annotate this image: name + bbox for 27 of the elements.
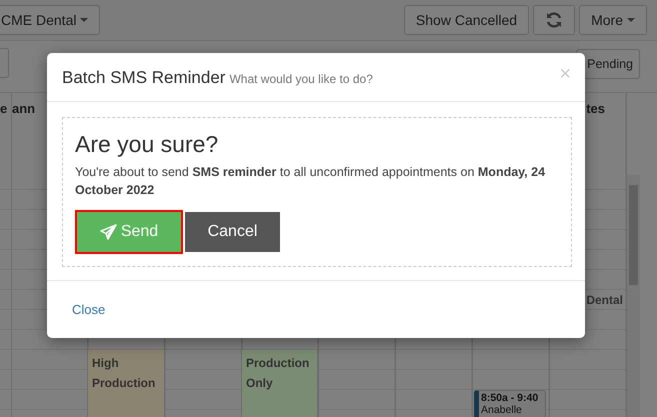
caret-icon	[627, 18, 635, 22]
dialog-subtitle: What would you like to do?	[229, 72, 373, 86]
schedule-block: Production Only	[242, 350, 318, 417]
refresh-button[interactable]	[533, 5, 576, 35]
paper-plane-icon	[100, 224, 117, 240]
send-button[interactable]: Send	[75, 210, 183, 254]
confirm-heading: Are you sure?	[75, 131, 220, 157]
scrollbar[interactable]	[627, 175, 640, 417]
show-cancelled-button[interactable]: Show Cancelled	[404, 5, 530, 35]
close-link[interactable]: Close	[72, 302, 106, 317]
dialog-title: Batch SMS Reminder	[62, 68, 226, 88]
refresh-icon	[545, 11, 564, 29]
nav-button[interactable]	[0, 48, 9, 78]
schedule-block: High Production	[88, 350, 165, 417]
column-header: e	[0, 100, 8, 118]
location-dropdown[interactable]: CME Dental	[0, 5, 100, 35]
scroll-thumb[interactable]	[629, 185, 638, 285]
confirm-message: You're about to send SMS reminder to all unconfirmed appointments on Monday, 24 October 2022	[75, 164, 546, 199]
appointment-card[interactable]: 8:50a - 9:40 Anabelle	[474, 390, 546, 417]
provider-label: Dental	[585, 292, 624, 309]
cancel-button[interactable]: Cancel	[185, 212, 280, 252]
appointment-time: 8:50a - 9:40	[481, 392, 540, 404]
column-header: ann	[12, 100, 36, 118]
more-dropdown[interactable]: More	[579, 5, 647, 35]
column-header: tes	[586, 100, 605, 118]
patient-name: Anabelle	[481, 404, 523, 416]
caret-icon	[80, 18, 88, 22]
